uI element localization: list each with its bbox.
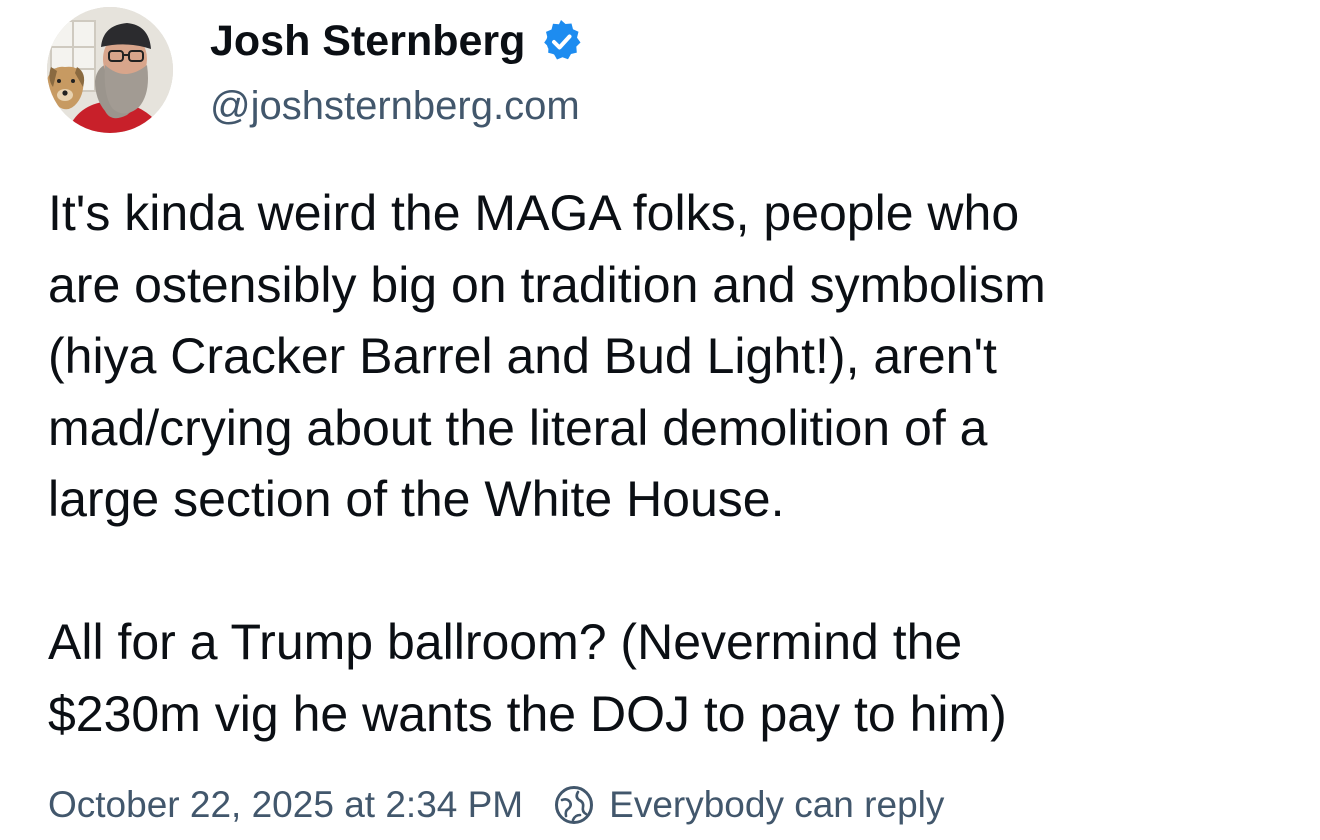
post-timestamp[interactable]: October 22, 2025 at 2:34 PM <box>48 782 523 828</box>
post-paragraph: It's kinda weird the MAGA folks, people … <box>48 185 1046 527</box>
author-name-row: Josh Sternberg <box>210 16 585 66</box>
post-card: Josh Sternberg @joshsternberg.com It's k… <box>0 0 1320 840</box>
verified-badge-icon <box>537 17 585 65</box>
post-meta: October 22, 2025 at 2:34 PM Everybody ca… <box>48 782 944 828</box>
author-handle[interactable]: @joshsternberg.com <box>210 82 580 130</box>
reply-setting-label[interactable]: Everybody can reply <box>609 782 944 828</box>
avatar-icon <box>47 7 173 133</box>
post-paragraph: All for a Trump ballroom? (Nevermind the… <box>48 614 1007 742</box>
globe-icon <box>553 784 595 826</box>
post-body: It's kinda weird the MAGA folks, people … <box>48 178 1298 750</box>
author-avatar[interactable] <box>47 7 173 133</box>
author-display-name[interactable]: Josh Sternberg <box>210 16 525 66</box>
